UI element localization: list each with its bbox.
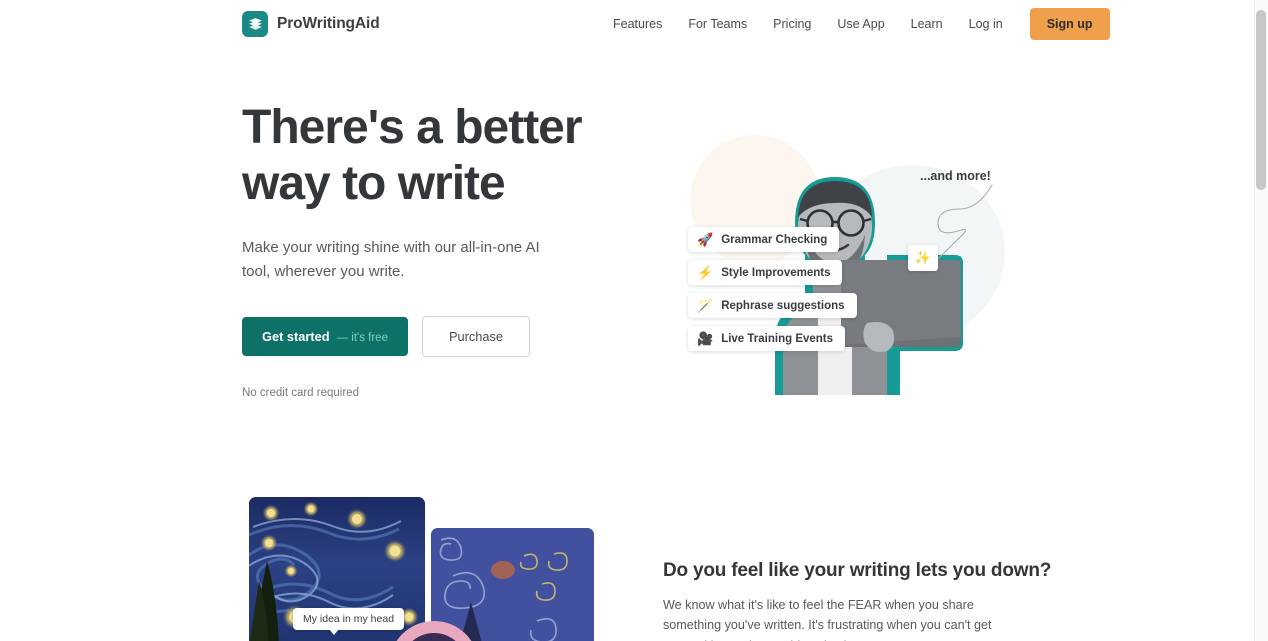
image-tooltip-my-idea: My idea in my head xyxy=(293,608,405,635)
get-started-free-suffix: — it's free xyxy=(336,331,388,344)
hero-title-line-1: There's a better xyxy=(242,101,583,154)
video-camera-icon: 🎥 xyxy=(697,331,714,346)
nav-item-learn[interactable]: Learn xyxy=(898,0,956,48)
feature-pill-grammar-checking[interactable]: 🚀 Grammar Checking xyxy=(688,227,840,252)
page-scrollbar-track[interactable] xyxy=(1254,0,1268,641)
nav-item-for-teams[interactable]: For Teams xyxy=(675,0,760,48)
feature-pill-style-improvements[interactable]: ⚡ Style Improvements xyxy=(688,260,843,285)
and-more-label: ...and more! xyxy=(920,169,991,183)
starry-night-illustration: My idea in my head xyxy=(249,497,594,641)
lightning-icon: ⚡ xyxy=(697,265,714,280)
main-navigation: Features For Teams Pricing Use App Learn… xyxy=(600,0,1110,48)
brand-name: ProWritingAid xyxy=(277,15,380,32)
magic-wand-icon: 🪄 xyxy=(697,298,714,313)
brand-logo[interactable]: ProWritingAid xyxy=(242,11,380,37)
purchase-button[interactable]: Purchase xyxy=(421,315,531,357)
rocket-icon: 🚀 xyxy=(697,232,714,247)
nav-item-features[interactable]: Features xyxy=(600,0,675,48)
hero-subtitle: Make your writing shine with our all-in-… xyxy=(242,239,540,280)
hero-illustration: 🚀 Grammar Checking ⚡ Style Improvements … xyxy=(655,105,1020,395)
feature-pill-label: Style Improvements xyxy=(721,266,831,279)
feature-pill-label: Rephrase suggestions xyxy=(721,299,845,312)
sign-up-button[interactable]: Sign up xyxy=(1029,8,1110,40)
no-credit-card-note: No credit card required xyxy=(242,386,359,399)
canvas-simplified-painting xyxy=(431,528,594,641)
hero-title-line-2: way to write xyxy=(242,157,506,211)
nav-item-pricing[interactable]: Pricing xyxy=(760,0,824,48)
feature-pill-label: Live Training Events xyxy=(721,332,834,345)
feature-pill-live-training-events[interactable]: 🎥 Live Training Events xyxy=(688,326,846,351)
hero-title: There's a better way to write xyxy=(242,100,622,212)
feature-pill-label: Grammar Checking xyxy=(721,233,828,246)
page-scrollbar-thumb[interactable] xyxy=(1256,10,1266,190)
page-root: ProWritingAid Features For Teams Pricing… xyxy=(0,0,1268,641)
hero-cta-group: Get started — it's free Purchase xyxy=(242,315,622,357)
feature-pill-list: 🚀 Grammar Checking ⚡ Style Improvements … xyxy=(688,227,857,351)
book-pages-icon xyxy=(242,11,268,37)
site-header: ProWritingAid Features For Teams Pricing… xyxy=(0,0,1254,48)
lower-section-title: Do you feel like your writing lets you d… xyxy=(663,560,1052,581)
lower-section-body: We know what it's like to feel the FEAR … xyxy=(663,598,992,641)
get-started-button[interactable]: Get started — it's free xyxy=(242,316,408,356)
get-started-label: Get started xyxy=(262,328,330,344)
nav-item-use-app[interactable]: Use App xyxy=(824,0,897,48)
hero-section: There's a better way to write Make your … xyxy=(242,100,622,399)
lower-text-section: Do you feel like your writing lets you d… xyxy=(663,560,1052,641)
sparkles-icon: ✨ xyxy=(914,250,932,265)
sparkles-badge: ✨ xyxy=(908,245,938,271)
feature-pill-rephrase-suggestions[interactable]: 🪄 Rephrase suggestions xyxy=(688,293,857,318)
nav-item-log-in[interactable]: Log in xyxy=(956,0,1016,48)
